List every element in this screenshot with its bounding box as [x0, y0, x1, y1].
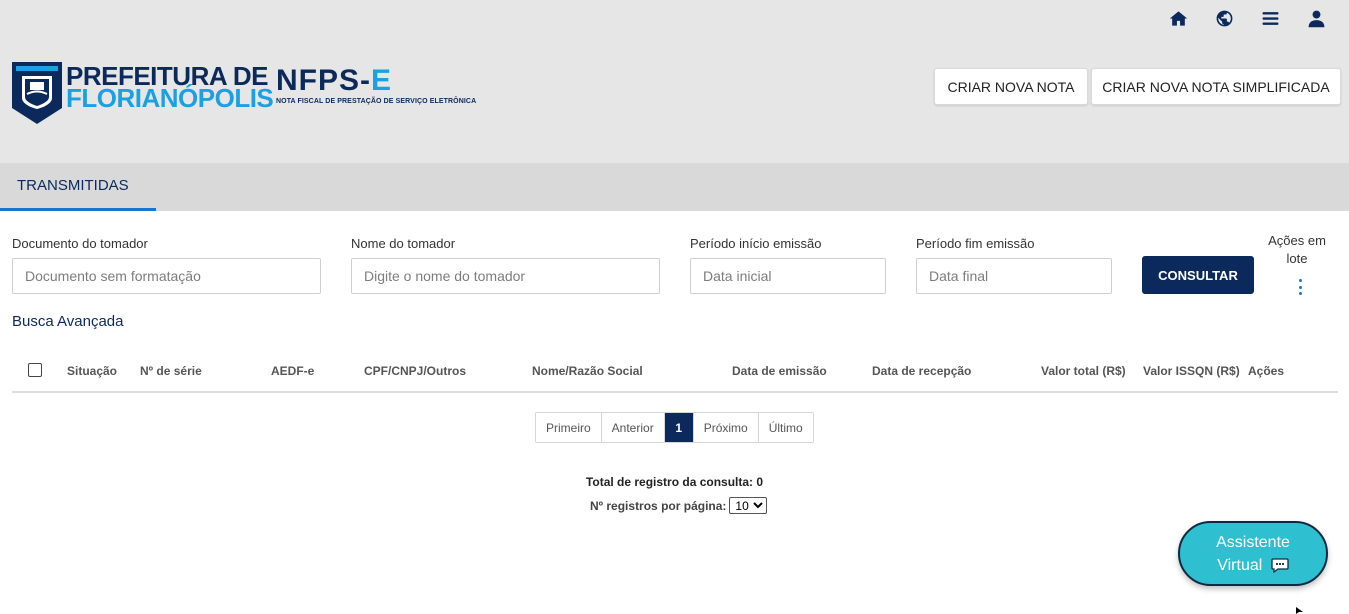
consultar-button[interactable]: CONSULTAR — [1142, 256, 1254, 294]
busca-avancada-link[interactable]: Busca Avançada — [12, 313, 123, 330]
pagination: Primeiro Anterior 1 Próximo Último — [535, 412, 814, 443]
globe-icon[interactable] — [1201, 6, 1247, 30]
kebab-menu-icon[interactable] — [1292, 278, 1308, 296]
fim-label: Período fim emissão — [916, 236, 1035, 251]
documento-input[interactable] — [12, 258, 321, 294]
virtual-assistant-button[interactable]: Assistente Virtual — [1178, 521, 1328, 586]
per-page-label: Nº registros por página: — [590, 498, 727, 513]
prefeitura-logo: PREFEITURA DE FLORIANÓPOLIS — [12, 62, 274, 124]
col-valor-issqn[interactable]: Valor ISSQN (R$) — [1143, 364, 1240, 378]
nfpse-title-main: NFPS- — [276, 64, 371, 97]
nfpse-title-accent: E — [371, 64, 393, 97]
col-situacao[interactable]: Situação — [67, 364, 117, 378]
page-current-button[interactable]: 1 — [664, 413, 694, 442]
table-header: Situação Nº de série AEDF-e CPF/CNPJ/Out… — [12, 352, 1338, 393]
page-last-button[interactable]: Último — [758, 413, 813, 442]
page-header: PREFEITURA DE FLORIANÓPOLIS NFPS-E NOTA … — [0, 0, 1349, 163]
select-all-checkbox[interactable] — [28, 363, 42, 377]
per-page-control: Nº registros por página: 10 — [590, 497, 768, 514]
top-icon-bar — [1155, 6, 1339, 30]
acoes-lote-label: Ações em lote — [1268, 233, 1326, 266]
col-data-emissao[interactable]: Data de emissão — [732, 364, 827, 378]
col-valor-total[interactable]: Valor total (R$) — [1041, 364, 1126, 378]
col-aedf[interactable]: AEDF-e — [271, 364, 314, 378]
page-next-button[interactable]: Próximo — [693, 413, 759, 442]
home-icon[interactable] — [1155, 6, 1201, 30]
user-icon[interactable] — [1293, 6, 1339, 30]
col-numero-serie[interactable]: Nº de série — [140, 364, 202, 378]
tab-bar: TRANSMITIDAS — [0, 163, 1349, 211]
col-cpf-cnpj[interactable]: CPF/CNPJ/Outros — [364, 364, 466, 378]
nfpse-subtitle: NOTA FISCAL DE PRESTAÇÃO DE SERVIÇO ELET… — [276, 98, 477, 105]
per-page-select[interactable]: 10 — [729, 497, 768, 514]
col-acoes: Ações — [1248, 364, 1285, 378]
assistant-line2: Virtual — [1217, 557, 1263, 574]
create-simplified-note-button[interactable]: CRIAR NOVA NOTA SIMPLIFICADA — [1091, 68, 1341, 105]
city-crest-icon — [12, 62, 62, 124]
nome-input[interactable] — [351, 258, 660, 294]
nome-label: Nome do tomador — [351, 236, 456, 251]
brand-line2: FLORIANÓPOLIS — [66, 83, 274, 114]
col-nome-razao[interactable]: Nome/Razão Social — [532, 364, 643, 378]
data-final-input[interactable] — [916, 258, 1112, 294]
chat-bubble-icon — [1271, 558, 1289, 574]
page-prev-button[interactable]: Anterior — [601, 413, 665, 442]
nfpse-logo: NFPS-E NOTA FISCAL DE PRESTAÇÃO DE SERVI… — [276, 64, 477, 106]
tab-transmitidas[interactable]: TRANSMITIDAS — [0, 163, 156, 211]
menu-icon[interactable] — [1247, 6, 1293, 30]
assistant-line1: Assistente — [1216, 534, 1290, 551]
inicio-label: Período início emissão — [690, 236, 822, 251]
mouse-cursor-icon — [1296, 607, 1303, 614]
page-first-button[interactable]: Primeiro — [536, 413, 602, 442]
total-records: Total de registro da consulta: 0 — [585, 475, 764, 489]
data-inicial-input[interactable] — [690, 258, 886, 294]
col-data-recepcao[interactable]: Data de recepção — [872, 364, 971, 378]
documento-label: Documento do tomador — [12, 236, 148, 251]
create-note-button[interactable]: CRIAR NOVA NOTA — [934, 68, 1088, 105]
